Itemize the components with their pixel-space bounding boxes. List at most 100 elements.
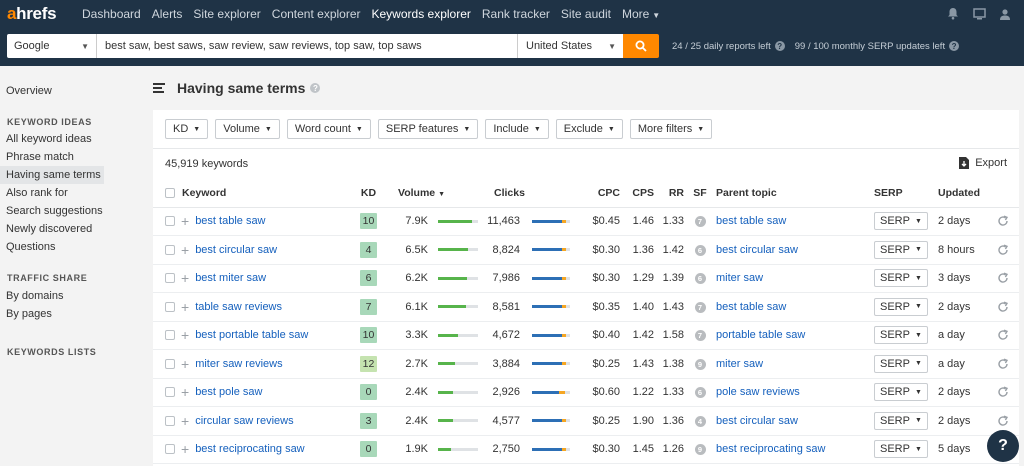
parent-topic-link[interactable]: miter saw [716, 272, 763, 284]
row-checkbox[interactable] [165, 387, 175, 398]
keyword-link[interactable]: best circular saw [195, 244, 277, 256]
nav-content-explorer[interactable]: Content explorer [272, 7, 361, 21]
serp-features-badge[interactable]: 7 [694, 216, 706, 228]
filter-word-count[interactable]: Word count ▼ [286, 119, 371, 139]
serp-features-badge[interactable]: 6 [694, 273, 706, 285]
serp-features-badge[interactable]: 4 [694, 415, 706, 427]
search-engine-select[interactable]: Google ▼ [7, 34, 97, 58]
serp-button[interactable]: SERP ▼ [874, 240, 928, 259]
refresh-icon[interactable] [997, 301, 1009, 313]
column-cps[interactable]: CPS [620, 180, 654, 208]
refresh-icon[interactable] [997, 358, 1009, 370]
row-checkbox[interactable] [165, 415, 175, 426]
row-checkbox[interactable] [165, 273, 175, 284]
row-checkbox[interactable] [165, 244, 175, 255]
sidebar-item-by-pages[interactable]: By pages [0, 305, 140, 323]
column-updated[interactable]: Updated [938, 180, 986, 208]
add-to-list-icon[interactable]: + [181, 328, 189, 342]
serp-features-badge[interactable]: 6 [694, 244, 706, 256]
refresh-icon[interactable] [997, 415, 1009, 427]
parent-topic-link[interactable]: best circular saw [716, 244, 798, 256]
serp-features-badge[interactable]: 9 [694, 358, 706, 370]
select-all-checkbox[interactable] [165, 188, 175, 199]
row-checkbox[interactable] [165, 444, 175, 455]
column-rr[interactable]: RR [654, 180, 684, 208]
add-to-list-icon[interactable]: + [181, 271, 189, 285]
column-sf[interactable]: SF [684, 180, 716, 208]
parent-topic-link[interactable]: best circular saw [716, 415, 798, 427]
sidebar-item-questions[interactable]: Questions [0, 238, 140, 256]
sidebar-item-also-rank-for[interactable]: Also rank for [0, 184, 140, 202]
sidebar-item-all-keyword-ideas[interactable]: All keyword ideas [0, 130, 140, 148]
keyword-link[interactable]: best reciprocating saw [195, 443, 304, 455]
keyword-link[interactable]: best table saw [195, 215, 265, 227]
serp-button[interactable]: SERP ▼ [874, 269, 928, 288]
serp-button[interactable]: SERP ▼ [874, 297, 928, 316]
filter-more-filters[interactable]: More filters ▼ [629, 119, 713, 139]
add-to-list-icon[interactable]: + [181, 214, 189, 228]
keyword-link[interactable]: table saw reviews [195, 301, 282, 313]
row-checkbox[interactable] [165, 330, 175, 341]
serp-features-badge[interactable]: 9 [694, 444, 706, 456]
serp-button[interactable]: SERP ▼ [874, 383, 928, 402]
sidebar-item-having-same-terms[interactable]: Having same terms [0, 166, 104, 184]
help-icon[interactable]: ? [310, 83, 321, 93]
serp-button[interactable]: SERP ▼ [874, 212, 928, 231]
refresh-icon[interactable] [997, 386, 1009, 398]
column-kd[interactable]: KD [353, 180, 384, 208]
filter-include[interactable]: Include ▼ [485, 119, 549, 139]
add-to-list-icon[interactable]: + [181, 414, 189, 428]
add-to-list-icon[interactable]: + [181, 243, 189, 257]
monitor-icon[interactable] [972, 7, 986, 21]
nav-more[interactable]: More ▼ [622, 7, 660, 21]
column-parent-topic[interactable]: Parent topic [716, 180, 874, 208]
row-checkbox[interactable] [165, 358, 175, 369]
sidebar-item-search-suggestions[interactable]: Search suggestions [0, 202, 140, 220]
ahrefs-logo[interactable]: ahrefs [7, 4, 71, 24]
parent-topic-link[interactable]: portable table saw [716, 329, 805, 341]
add-to-list-icon[interactable]: + [181, 300, 189, 314]
sidebar-item-newly-discovered[interactable]: Newly discovered [0, 220, 140, 238]
add-to-list-icon[interactable]: + [181, 385, 189, 399]
refresh-icon[interactable] [997, 244, 1009, 256]
column-cpc[interactable]: CPC [572, 180, 620, 208]
serp-button[interactable]: SERP ▼ [874, 411, 928, 430]
serp-features-badge[interactable]: 7 [694, 330, 706, 342]
user-icon[interactable] [998, 7, 1012, 21]
help-chat-button[interactable]: ? [987, 430, 1019, 462]
help-icon[interactable]: ? [949, 41, 960, 51]
parent-topic-link[interactable]: pole saw reviews [716, 386, 800, 398]
keyword-link[interactable]: best portable table saw [195, 329, 308, 341]
parent-topic-link[interactable]: miter saw [716, 358, 763, 370]
keywords-input[interactable] [97, 34, 517, 58]
filter-serp-features[interactable]: SERP features ▼ [377, 119, 479, 139]
menu-icon[interactable] [153, 83, 165, 93]
sidebar-item-phrase-match[interactable]: Phrase match [0, 148, 140, 166]
country-select[interactable]: United States ▼ [517, 34, 623, 58]
keyword-link[interactable]: miter saw reviews [195, 358, 282, 370]
keyword-link[interactable]: best pole saw [195, 386, 262, 398]
row-checkbox[interactable] [165, 301, 175, 312]
keyword-link[interactable]: circular saw reviews [195, 415, 293, 427]
nav-dashboard[interactable]: Dashboard [82, 7, 141, 21]
nav-alerts[interactable]: Alerts [152, 7, 183, 21]
column-keyword[interactable]: Keyword [182, 187, 226, 199]
refresh-icon[interactable] [997, 215, 1009, 227]
filter-exclude[interactable]: Exclude ▼ [555, 119, 623, 139]
parent-topic-link[interactable]: best table saw [716, 301, 786, 313]
serp-button[interactable]: SERP ▼ [874, 354, 928, 373]
nav-site-audit[interactable]: Site audit [561, 7, 611, 21]
keyword-link[interactable]: best miter saw [195, 272, 266, 284]
parent-topic-link[interactable]: best reciprocating saw [716, 443, 825, 455]
serp-button[interactable]: SERP ▼ [874, 440, 928, 459]
add-to-list-icon[interactable]: + [181, 357, 189, 371]
search-button[interactable] [623, 34, 659, 58]
sidebar-item-overview[interactable]: Overview [0, 82, 140, 100]
bell-icon[interactable] [946, 7, 960, 21]
serp-features-badge[interactable]: 6 [694, 387, 706, 399]
filter-volume[interactable]: Volume ▼ [215, 119, 280, 139]
serp-features-badge[interactable]: 7 [694, 301, 706, 313]
help-icon[interactable]: ? [774, 41, 785, 51]
serp-button[interactable]: SERP ▼ [874, 326, 928, 345]
parent-topic-link[interactable]: best table saw [716, 215, 786, 227]
